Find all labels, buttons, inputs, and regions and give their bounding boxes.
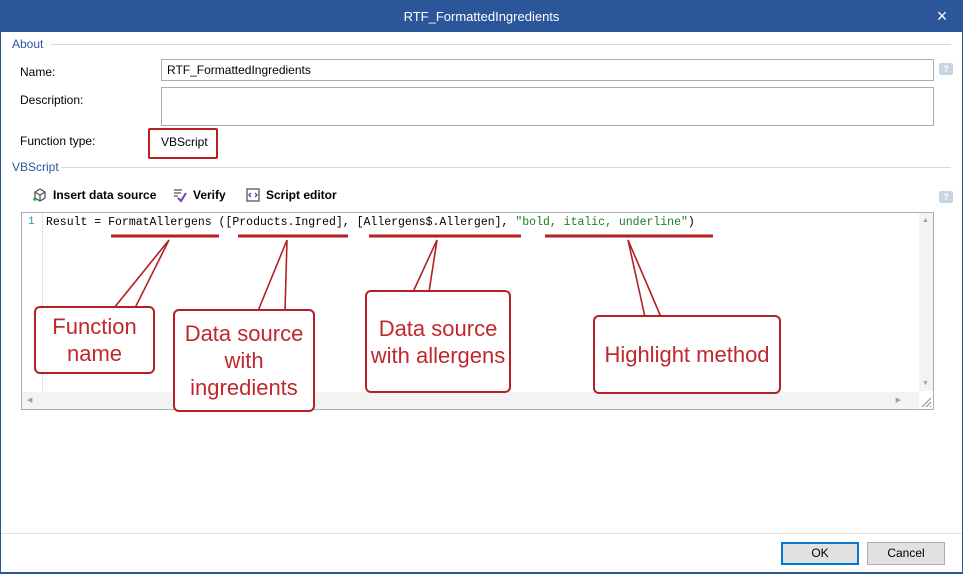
annotation-overlay — [111, 234, 713, 318]
callout-highlight-method: Highlight method — [593, 315, 781, 394]
callout-ingredients: Data source with ingredients — [173, 309, 315, 412]
cancel-button[interactable]: Cancel — [867, 542, 945, 565]
footer-divider — [1, 533, 962, 534]
callout-allergens: Data source with allergens — [365, 290, 511, 393]
callout-function-name: Function name — [34, 306, 155, 374]
dialog-window: RTF_FormattedIngredients × About Name: R… — [0, 0, 963, 573]
ok-button[interactable]: OK — [781, 542, 859, 565]
